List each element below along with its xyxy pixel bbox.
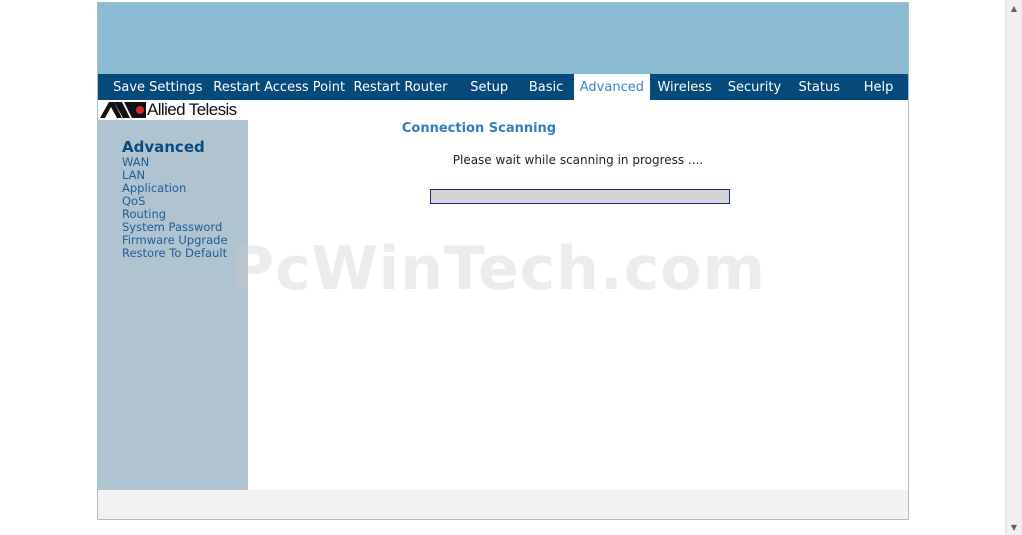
logo-text: Allied Telesis: [147, 100, 237, 119]
header-banner: [98, 3, 908, 74]
nav-setup[interactable]: Setup: [460, 74, 518, 100]
scanning-progress-bar: [430, 189, 730, 204]
footer-bar: [98, 490, 908, 519]
nav-basic[interactable]: Basic: [518, 74, 574, 100]
nav-restart-router[interactable]: Restart Router: [341, 74, 461, 100]
nav-wireless[interactable]: Wireless: [650, 74, 720, 100]
nav-advanced[interactable]: Advanced: [573, 74, 650, 100]
sidebar-item-restore-to-default[interactable]: Restore To Default: [122, 247, 228, 260]
top-nav-bar: Save Settings Restart Access Point Resta…: [98, 74, 908, 100]
triangle-down-icon[interactable]: ▼: [1006, 519, 1022, 535]
nav-security[interactable]: Security: [720, 74, 790, 100]
sidebar-menu: WAN LAN Application QoS Routing System P…: [122, 156, 228, 260]
logo-row: Allied Telesis: [98, 100, 248, 120]
sidebar-title: Advanced: [122, 138, 205, 156]
scanning-status-message: Please wait while scanning in progress .…: [452, 153, 704, 167]
nav-restart-access-point[interactable]: Restart Access Point: [213, 74, 345, 100]
nav-status[interactable]: Status: [789, 74, 849, 100]
watermark: PcWinTech.com: [230, 234, 767, 304]
allied-telesis-mark-icon: [100, 102, 146, 118]
nav-save-settings[interactable]: Save Settings: [98, 74, 218, 100]
vertical-scrollbar[interactable]: ▲ ▼: [1005, 0, 1022, 535]
nav-help[interactable]: Help: [849, 74, 908, 100]
triangle-up-icon[interactable]: ▲: [1006, 0, 1022, 16]
allied-telesis-logo: Allied Telesis: [98, 100, 248, 119]
sidebar: Advanced WAN LAN Application QoS Routing…: [98, 120, 248, 490]
page-title: Connection Scanning: [401, 121, 557, 136]
